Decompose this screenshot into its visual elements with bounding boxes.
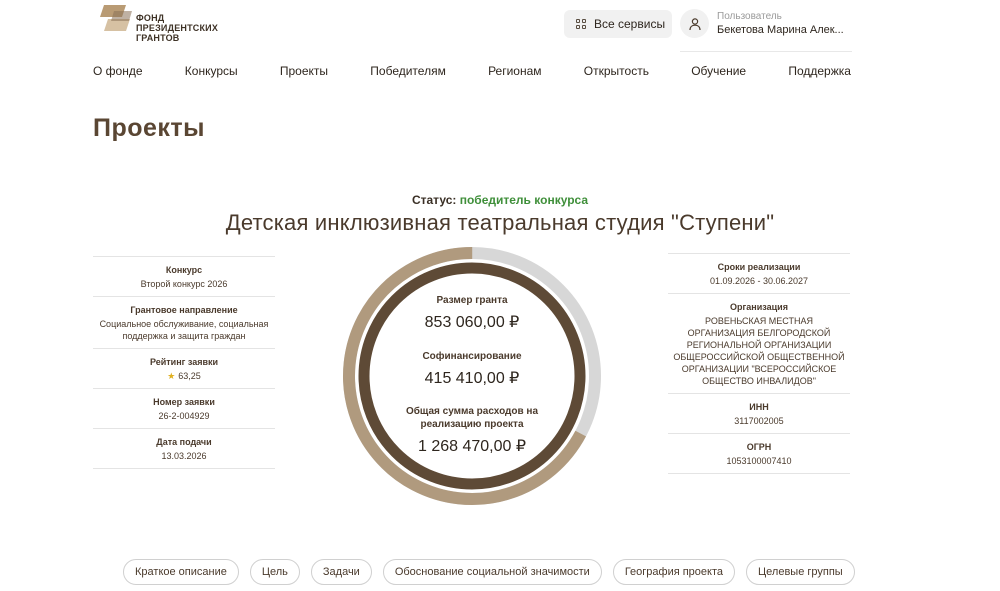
nav-item-about[interactable]: О фонде <box>93 64 143 82</box>
info-label: Конкурс <box>165 265 203 275</box>
grant-label: Размер гранта <box>436 295 508 306</box>
logo-line: ФОНД <box>136 13 165 23</box>
info-value: 3117002005 <box>734 416 784 426</box>
info-value: Второй конкурс 2026 <box>140 279 228 289</box>
finance-ring: Размер гранта 853 060,00 ₽ Софинансирова… <box>342 246 602 506</box>
nav-item-openness[interactable]: Открытость <box>584 64 649 82</box>
info-value: ★ 63,25 <box>97 370 271 382</box>
tab-target-groups[interactable]: Целевые группы <box>746 559 855 585</box>
total-label: Общая сумма расходов на реализацию проек… <box>405 406 539 430</box>
user-icon <box>680 9 709 38</box>
nav-item-education[interactable]: Обучение <box>691 64 746 82</box>
logo[interactable]: ФОНД ПРЕЗИДЕНТСКИХ ГРАНТОВ <box>98 3 218 43</box>
info-organization: Организация РОВЕНЬСКАЯ МЕСТНАЯ ОРГАНИЗАЦ… <box>668 293 850 393</box>
info-label: Номер заявки <box>153 397 215 407</box>
cofinancing-label: Софинансирование <box>422 351 522 362</box>
info-inn: ИНН 3117002005 <box>668 393 850 433</box>
info-label: ОГРН <box>746 442 772 452</box>
grant-value: 853 060,00 ₽ <box>424 314 520 331</box>
project-info-right: Сроки реализации 01.09.2026 - 30.06.2027… <box>668 253 850 474</box>
status-label: Статус: <box>411 193 457 207</box>
info-label: Сроки реализации <box>717 262 801 272</box>
main-nav: О фонде Конкурсы Проекты Победителям Рег… <box>93 64 851 82</box>
all-services-label: Все сервисы <box>594 17 666 31</box>
status-badge: победитель конкурса <box>459 193 589 207</box>
info-value: Социальное обслуживание, социальная подд… <box>99 319 269 341</box>
star-icon: ★ <box>167 371 176 381</box>
info-label: Грантовое направление <box>130 305 238 315</box>
rating-value: 63,25 <box>178 371 201 381</box>
info-application-number: Номер заявки 26-2-004929 <box>93 388 275 428</box>
nav-item-support[interactable]: Поддержка <box>788 64 851 82</box>
grid-icon <box>576 19 586 29</box>
nav-item-projects[interactable]: Проекты <box>280 64 328 82</box>
info-value: 26-2-004929 <box>158 411 210 421</box>
total-value: 1 268 470,00 ₽ <box>417 438 527 455</box>
info-period: Сроки реализации 01.09.2026 - 30.06.2027 <box>668 253 850 293</box>
info-ogrn: ОГРН 1053100007410 <box>668 433 850 474</box>
project-name: Детская инклюзивная театральная студия "… <box>225 210 775 235</box>
info-value: 01.09.2026 - 30.06.2027 <box>709 276 809 286</box>
logo-text: ФОНД ПРЕЗИДЕНТСКИХ ГРАНТОВ <box>136 13 218 43</box>
info-contest: Конкурс Второй конкурс 2026 <box>93 256 275 296</box>
finance-values: Размер гранта 853 060,00 ₽ Софинансирова… <box>342 246 602 506</box>
info-value: 1053100007410 <box>726 456 792 466</box>
info-label: Дата подачи <box>156 437 212 447</box>
info-value: 13.03.2026 <box>161 451 207 461</box>
project-status: Статус: победитель конкурса <box>0 193 1000 207</box>
project-info-left: Конкурс Второй конкурс 2026 Грантовое на… <box>93 256 275 469</box>
info-label: Рейтинг заявки <box>149 357 219 367</box>
info-value: РОВЕНЬСКАЯ МЕСТНАЯ ОРГАНИЗАЦИЯ БЕЛГОРОДС… <box>673 316 845 386</box>
page-title: Проекты <box>93 114 206 142</box>
logo-line: ПРЕЗИДЕНТСКИХ <box>136 23 219 33</box>
nav-item-winners[interactable]: Победителям <box>370 64 446 82</box>
user-menu[interactable]: Пользователь Бекетова Марина Алек... <box>680 9 852 53</box>
tab-social-significance[interactable]: Обоснование социальной значимости <box>382 559 602 585</box>
info-submission-date: Дата подачи 13.03.2026 <box>93 428 275 469</box>
info-rating: Рейтинг заявки ★ 63,25 <box>93 348 275 388</box>
nav-item-contests[interactable]: Конкурсы <box>185 64 238 82</box>
section-tabs: Краткое описание Цель Задачи Обоснование… <box>123 559 866 585</box>
logo-line: ГРАНТОВ <box>136 33 180 43</box>
user-role: Пользователь <box>717 11 782 22</box>
divider <box>680 51 852 52</box>
all-services-button[interactable]: Все сервисы <box>564 10 672 38</box>
cofinancing-value: 415 410,00 ₽ <box>424 370 520 387</box>
info-label: ИНН <box>749 402 769 412</box>
user-name: Бекетова Марина Алек... <box>717 24 844 36</box>
tab-goal[interactable]: Цель <box>249 559 300 585</box>
tab-geography[interactable]: География проекта <box>612 559 736 585</box>
nav-item-regions[interactable]: Регионам <box>488 64 541 82</box>
header: ФОНД ПРЕЗИДЕНТСКИХ ГРАНТОВ Все сервисы П… <box>0 0 1000 56</box>
logo-mark-icon <box>98 3 134 35</box>
tab-tasks[interactable]: Задачи <box>310 559 372 585</box>
tab-short-description[interactable]: Краткое описание <box>123 559 239 585</box>
info-grant-direction: Грантовое направление Социальное обслужи… <box>93 296 275 348</box>
info-label: Организация <box>730 302 788 312</box>
